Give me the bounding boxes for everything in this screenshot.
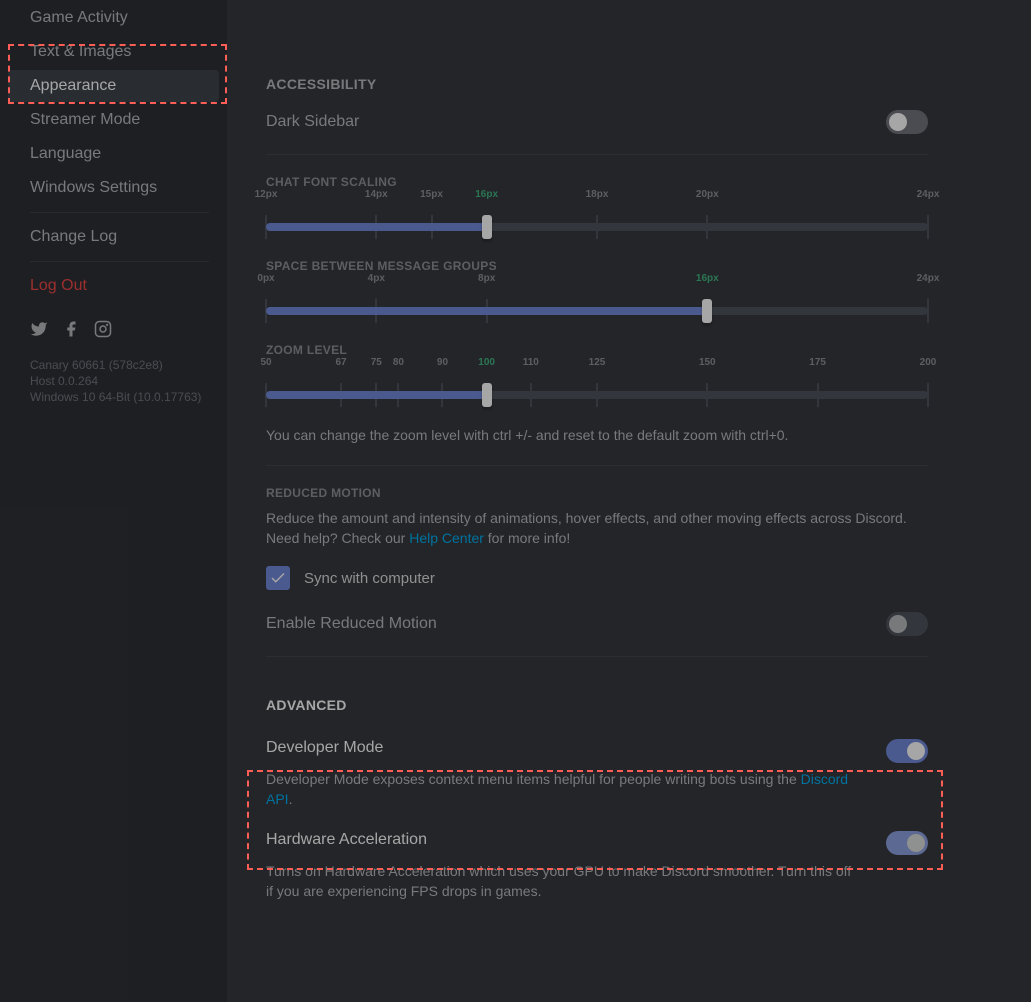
space-groups-slider[interactable]: 0px4px8px16px24px: [266, 281, 928, 315]
version-info: Canary 60661 (578c2e8) Host 0.0.264 Wind…: [8, 351, 219, 405]
sidebar-divider: [30, 212, 209, 213]
settings-content: ACCESSIBILITY Dark Sidebar CHAT FONT SCA…: [266, 0, 928, 923]
slider-label: 80: [393, 357, 404, 368]
slider-thumb[interactable]: [482, 383, 492, 407]
hardware-acceleration-label: Hardware Acceleration: [266, 831, 427, 849]
slider-label: 16px: [696, 273, 719, 284]
settings-sidebar: Game Activity Text & Images Appearance S…: [0, 0, 227, 1002]
sidebar-item-change-log[interactable]: Change Log: [8, 221, 219, 253]
hardware-acceleration-toggle[interactable]: [886, 831, 928, 855]
facebook-icon[interactable]: [62, 320, 80, 343]
slider-label: 20px: [696, 189, 719, 200]
divider: [266, 656, 928, 657]
reduced-motion-desc: Reduce the amount and intensity of anima…: [266, 508, 928, 548]
slider-label: 50: [260, 357, 271, 368]
slider-label: 150: [699, 357, 716, 368]
developer-mode-toggle[interactable]: [886, 739, 928, 763]
slider-label: 175: [809, 357, 826, 368]
sync-label: Sync with computer: [304, 570, 435, 587]
slider-label: 100: [478, 357, 495, 368]
slider-label: 18px: [586, 189, 609, 200]
enable-reduced-motion-row: Enable Reduced Motion: [266, 612, 928, 656]
slider-label: 4px: [368, 273, 385, 284]
divider: [266, 465, 928, 466]
instagram-icon[interactable]: [94, 320, 112, 343]
sidebar-item-streamer-mode[interactable]: Streamer Mode: [8, 104, 219, 136]
dark-sidebar-toggle[interactable]: [886, 110, 928, 134]
sidebar-item-log-out[interactable]: Log Out: [8, 270, 219, 302]
slider-label: 24px: [917, 189, 940, 200]
sync-checkbox[interactable]: [266, 566, 290, 590]
slider-label: 90: [437, 357, 448, 368]
slider-label: 8px: [478, 273, 495, 284]
developer-mode-label: Developer Mode: [266, 739, 383, 757]
sidebar-item-windows-settings[interactable]: Windows Settings: [8, 172, 219, 204]
dark-sidebar-row: Dark Sidebar: [266, 110, 928, 154]
developer-mode-row: Developer Mode Developer Mode exposes co…: [266, 739, 928, 809]
slider-thumb[interactable]: [482, 215, 492, 239]
slider-label: 67: [335, 357, 346, 368]
version-line: Canary 60661 (578c2e8): [30, 357, 209, 373]
slider-label: 200: [920, 357, 937, 368]
divider: [266, 154, 928, 155]
hardware-acceleration-desc: Turns on Hardware Acceleration which use…: [266, 861, 856, 901]
zoom-level-heading: ZOOM LEVEL: [266, 343, 928, 357]
twitter-icon[interactable]: [30, 320, 48, 343]
space-between-groups-heading: SPACE BETWEEN MESSAGE GROUPS: [266, 259, 928, 273]
enable-reduced-motion-label: Enable Reduced Motion: [266, 615, 437, 633]
slider-label: 24px: [917, 273, 940, 284]
slider-label: 16px: [475, 189, 498, 200]
sidebar-item-appearance[interactable]: Appearance: [8, 70, 219, 102]
help-center-link[interactable]: Help Center: [409, 530, 484, 546]
slider-label: 14px: [365, 189, 388, 200]
developer-mode-desc: Developer Mode exposes context menu item…: [266, 769, 856, 809]
reduced-motion-toggle[interactable]: [886, 612, 928, 636]
slider-label: 15px: [420, 189, 443, 200]
version-line: Windows 10 64-Bit (10.0.17763): [30, 389, 209, 405]
accessibility-heading: ACCESSIBILITY: [266, 76, 928, 92]
sidebar-item-language[interactable]: Language: [8, 138, 219, 170]
slider-label: 0px: [257, 273, 274, 284]
hardware-acceleration-row: Hardware Acceleration Turns on Hardware …: [266, 831, 928, 901]
zoom-slider[interactable]: 5067758090100110125150175200: [266, 365, 928, 399]
zoom-hint: You can change the zoom level with ctrl …: [266, 427, 928, 443]
slider-label: 75: [371, 357, 382, 368]
sidebar-item-text-images[interactable]: Text & Images: [8, 36, 219, 68]
check-icon: [269, 569, 287, 587]
chat-font-slider[interactable]: 12px14px15px16px18px20px24px: [266, 197, 928, 231]
reduced-motion-heading: REDUCED MOTION: [266, 486, 928, 500]
dark-sidebar-label: Dark Sidebar: [266, 113, 359, 131]
sync-with-computer-row: Sync with computer: [266, 566, 928, 590]
sidebar-divider: [30, 261, 209, 262]
social-icons: [8, 304, 219, 351]
sidebar-item-game-activity[interactable]: Game Activity: [8, 2, 219, 34]
version-line: Host 0.0.264: [30, 373, 209, 389]
chat-font-scaling-heading: CHAT FONT SCALING: [266, 175, 928, 189]
advanced-heading: ADVANCED: [266, 697, 928, 713]
slider-label: 125: [589, 357, 606, 368]
slider-label: 110: [523, 357, 539, 368]
slider-thumb[interactable]: [702, 299, 712, 323]
slider-label: 12px: [255, 189, 278, 200]
